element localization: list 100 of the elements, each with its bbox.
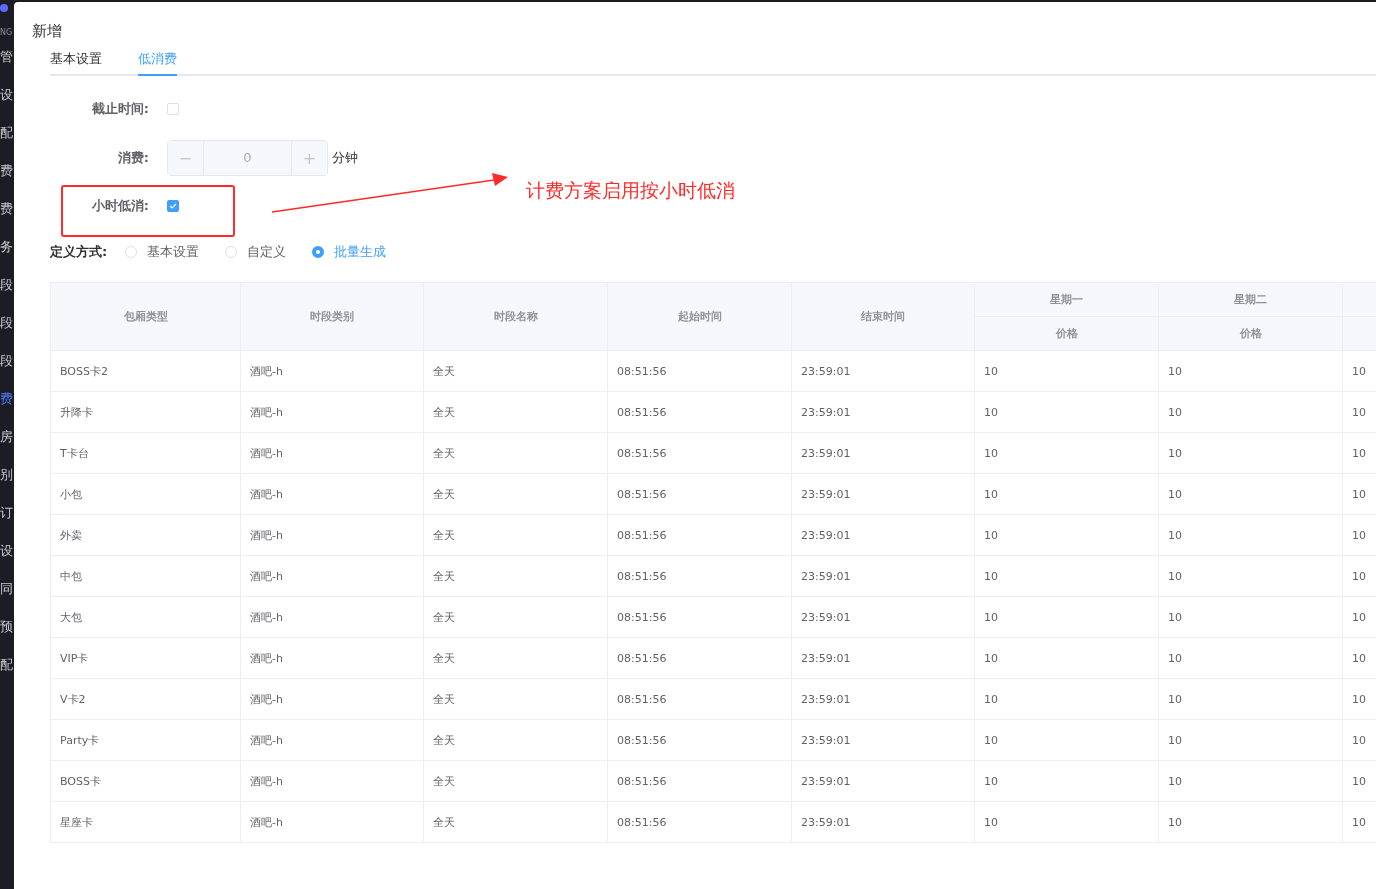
table-cell: 外卖 bbox=[50, 514, 241, 556]
table-cell: 升降卡 bbox=[50, 391, 241, 433]
column-header: 包厢类型 bbox=[50, 282, 241, 351]
table-cell: 10 bbox=[974, 350, 1159, 392]
sidebar-item[interactable]: 设 bbox=[0, 544, 14, 558]
table-cell: BOSS卡2 bbox=[50, 350, 241, 392]
sidebar-item[interactable]: 段 bbox=[0, 316, 14, 330]
sidebar-item[interactable]: 配 bbox=[0, 658, 14, 672]
field-label: 截止时间: bbox=[90, 100, 149, 118]
radio-label[interactable]: 基本设置 bbox=[147, 243, 200, 261]
table-cell: 08:51:56 bbox=[607, 473, 792, 515]
table-cell: 全天 bbox=[423, 473, 608, 515]
table-cell: 酒吧-h bbox=[240, 678, 424, 720]
table-cell: 酒吧-h bbox=[240, 514, 424, 556]
table-cell: 10 bbox=[974, 432, 1159, 474]
table-cell: Party卡 bbox=[50, 719, 241, 761]
table-cell: 酒吧-h bbox=[240, 637, 424, 679]
table-cell: 酒吧-h bbox=[240, 555, 424, 597]
tab[interactable]: 基本设置 bbox=[50, 50, 102, 76]
field-label: 小时低消: bbox=[90, 197, 149, 215]
table-cell: 10 bbox=[1158, 473, 1343, 515]
table-cell: 23:59:01 bbox=[791, 719, 975, 761]
table-cell: 10 bbox=[974, 555, 1159, 597]
table-cell: 23:59:01 bbox=[791, 432, 975, 474]
table-cell: 10 bbox=[974, 473, 1159, 515]
sidebar-item[interactable]: 设 bbox=[0, 88, 14, 102]
table-cell: 08:51:56 bbox=[607, 801, 792, 843]
input-value: 0 bbox=[242, 149, 253, 167]
column-header: 价格 bbox=[974, 316, 1159, 351]
table-cell: 10 bbox=[974, 637, 1159, 679]
sidebar-item[interactable]: 预 bbox=[0, 620, 14, 634]
sidebar-item[interactable]: 同 bbox=[0, 582, 14, 596]
unit-label: 分钟 bbox=[332, 149, 358, 167]
table-cell: 酒吧-h bbox=[240, 801, 424, 843]
table-cell: 10 bbox=[974, 678, 1159, 720]
sidebar-item[interactable]: 段 bbox=[0, 278, 14, 292]
radio-button[interactable] bbox=[312, 246, 325, 258]
field-label: 消费: bbox=[116, 149, 149, 167]
table-cell: 全天 bbox=[423, 637, 608, 679]
sidebar-item[interactable]: 费 bbox=[0, 392, 14, 406]
column-header: 星期一 bbox=[974, 282, 1159, 317]
table-cell: 10 bbox=[1158, 596, 1343, 638]
table-cell: 08:51:56 bbox=[607, 391, 792, 433]
table-cell: 23:59:01 bbox=[791, 596, 975, 638]
table-cell: 全天 bbox=[423, 678, 608, 720]
table-cell: 10 bbox=[1158, 432, 1343, 474]
sidebar-item[interactable]: 配 bbox=[0, 126, 14, 140]
table-cell: 大包 bbox=[50, 596, 241, 638]
column-header: 价格 bbox=[1158, 316, 1343, 351]
sidebar-item[interactable]: 务 bbox=[0, 240, 14, 254]
table-cell: 中包 bbox=[50, 555, 241, 597]
table-cell: 10 bbox=[974, 514, 1159, 556]
table-cell: 全天 bbox=[423, 432, 608, 474]
column-header: 时段类别 bbox=[240, 282, 424, 351]
table-cell: 10 bbox=[1158, 350, 1343, 392]
table-cell: 全天 bbox=[423, 350, 608, 392]
table-cell: 10 bbox=[974, 801, 1159, 843]
checkbox[interactable] bbox=[167, 200, 179, 212]
table-cell: 全天 bbox=[423, 391, 608, 433]
field-label: 定义方式: bbox=[50, 243, 108, 261]
table-cell: 全天 bbox=[423, 719, 608, 761]
table-cell: 10 bbox=[1158, 555, 1343, 597]
table-cell: 10 bbox=[1158, 801, 1343, 843]
sidebar-item[interactable]: 订 bbox=[0, 506, 14, 520]
table-cell: V卡2 bbox=[50, 678, 241, 720]
table-cell: 酒吧-h bbox=[240, 719, 424, 761]
table-cell: 10 bbox=[1158, 719, 1343, 761]
sidebar-item[interactable]: 管 bbox=[0, 50, 14, 64]
sidebar-item[interactable]: 别 bbox=[0, 468, 14, 482]
table-cell: 08:51:56 bbox=[607, 760, 792, 802]
logo-icon bbox=[0, 4, 8, 12]
table-cell: 10 bbox=[974, 760, 1159, 802]
table-cell: 08:51:56 bbox=[607, 350, 792, 392]
table-cell: 酒吧-h bbox=[240, 596, 424, 638]
table-cell: 23:59:01 bbox=[791, 678, 975, 720]
sidebar-item[interactable]: 费 bbox=[0, 202, 14, 216]
table-cell: 全天 bbox=[423, 801, 608, 843]
column-header: 结束时间 bbox=[791, 282, 975, 351]
table-cell: 小包 bbox=[50, 473, 241, 515]
table-cell: 08:51:56 bbox=[607, 555, 792, 597]
column-header: 起始时间 bbox=[607, 282, 792, 351]
sidebar-item[interactable]: 费 bbox=[0, 164, 14, 178]
sidebar-item[interactable]: 段 bbox=[0, 354, 14, 368]
table-cell: 08:51:56 bbox=[607, 596, 792, 638]
table-cell: BOSS卡 bbox=[50, 760, 241, 802]
table-cell: 10 bbox=[974, 719, 1159, 761]
table-cell: 酒吧-h bbox=[240, 760, 424, 802]
table-cell: 08:51:56 bbox=[607, 678, 792, 720]
table-cell: 23:59:01 bbox=[791, 801, 975, 843]
table-cell: 23:59:01 bbox=[791, 555, 975, 597]
table-cell: 酒吧-h bbox=[240, 432, 424, 474]
table-cell: 酒吧-h bbox=[240, 473, 424, 515]
annotation-text: 计费方案启用按小时低消 bbox=[526, 178, 735, 203]
table-cell: 23:59:01 bbox=[791, 350, 975, 392]
radio-label[interactable]: 自定义 bbox=[247, 243, 287, 261]
table-cell: 23:59:01 bbox=[791, 760, 975, 802]
table-cell: 08:51:56 bbox=[607, 432, 792, 474]
table-cell: VIP卡 bbox=[50, 637, 241, 679]
table-cell: 23:59:01 bbox=[791, 473, 975, 515]
sidebar-item[interactable]: 房 bbox=[0, 430, 14, 444]
